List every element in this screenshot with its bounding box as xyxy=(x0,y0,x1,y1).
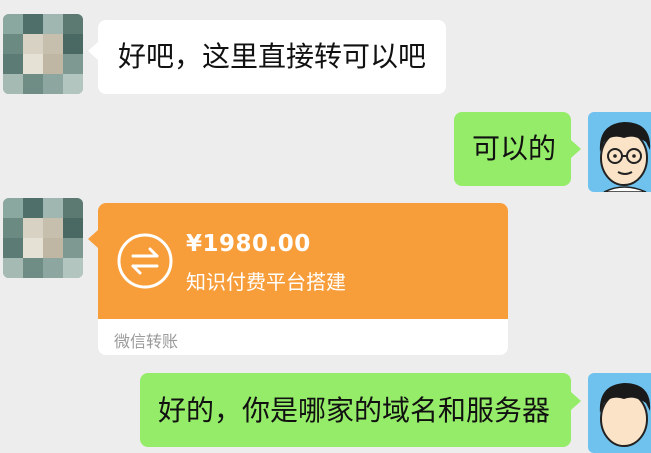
bubble-tail xyxy=(571,140,581,158)
contact-avatar[interactable] xyxy=(3,198,83,278)
outgoing-message[interactable]: 好的，你是哪家的域名和服务器 xyxy=(140,373,571,447)
bubble-tail xyxy=(88,42,98,60)
bubble-tail xyxy=(571,392,581,410)
self-avatar[interactable] xyxy=(588,373,651,453)
transfer-memo: 知识付费平台搭建 xyxy=(186,270,346,294)
contact-avatar[interactable] xyxy=(3,14,83,94)
bubble-tail xyxy=(88,230,98,248)
incoming-message[interactable]: 好吧，这里直接转可以吧 xyxy=(98,20,446,94)
transfer-card[interactable]: ¥1980.00 知识付费平台搭建 微信转账 xyxy=(98,203,508,355)
message-text: 好吧，这里直接转可以吧 xyxy=(118,40,427,73)
transfer-amount: ¥1980.00 xyxy=(186,231,311,257)
message-text: 好的，你是哪家的域名和服务器 xyxy=(158,394,551,427)
transfer-card-header: ¥1980.00 知识付费平台搭建 xyxy=(98,203,508,319)
transfer-label: 微信转账 xyxy=(114,332,179,351)
self-avatar[interactable] xyxy=(588,112,651,192)
outgoing-message[interactable]: 可以的 xyxy=(454,112,571,186)
transfer-card-footer: 微信转账 xyxy=(98,319,508,355)
message-text: 可以的 xyxy=(472,132,557,165)
transfer-arrows-icon xyxy=(116,232,174,290)
